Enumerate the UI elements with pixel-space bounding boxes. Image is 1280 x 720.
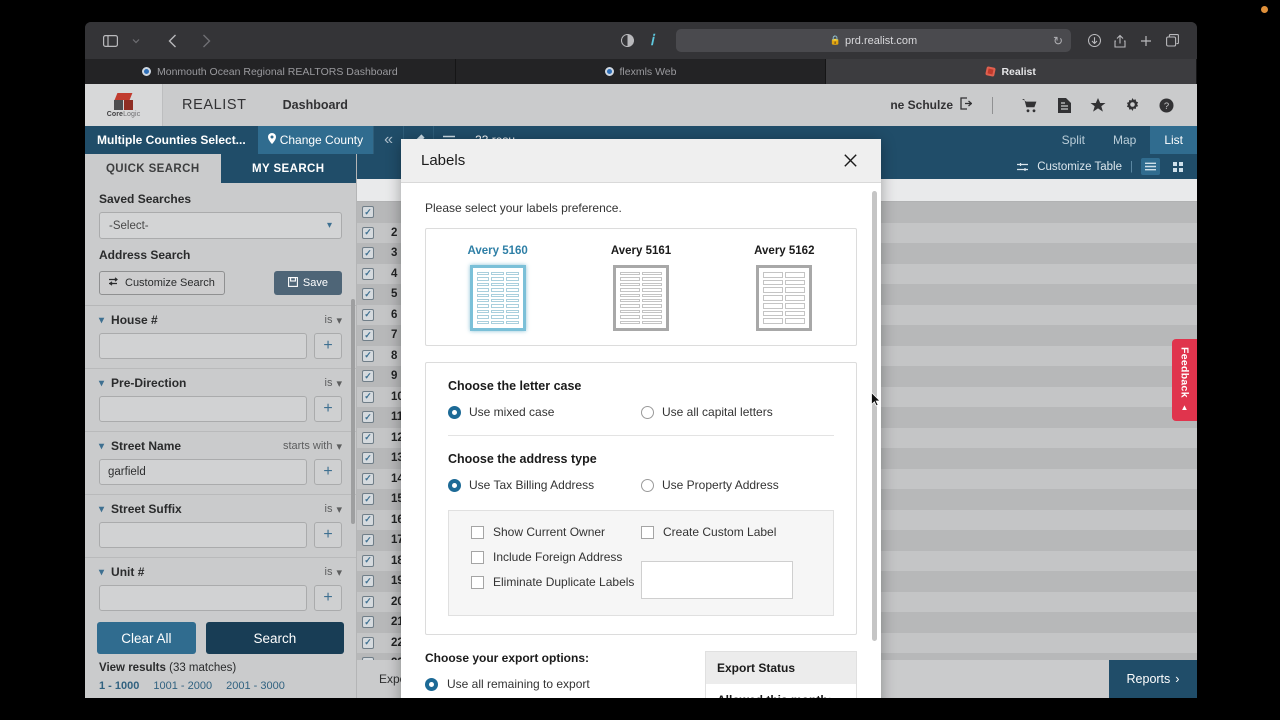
- checkbox-column-left: Show Current Owner Include Foreign Addre…: [471, 525, 641, 599]
- reader-mode-icon[interactable]: [614, 28, 640, 54]
- letter-case-title: Choose the letter case: [448, 379, 582, 393]
- radio-use-all-capital-letters[interactable]: Use all capital letters: [641, 405, 834, 419]
- custom-label-input[interactable]: [641, 561, 793, 599]
- radio-label: Use Tax Billing Address: [469, 478, 595, 492]
- checkbox-label: Include Foreign Address: [493, 550, 623, 564]
- radio-label: Use all capital letters: [662, 405, 773, 419]
- browser-tab-strip: Monmouth Ocean Regional REALTORS Dashboa…: [85, 59, 1197, 84]
- application-viewport: CoreLogic REALIST Dashboard ne Schulze ?…: [85, 84, 1197, 698]
- radio-label: Use mixed case: [469, 405, 555, 419]
- export-status-card: Export Status Allowed this month: 7000: [705, 651, 857, 698]
- checkbox-label: Create Custom Label: [663, 525, 777, 539]
- modal-scrollbar[interactable]: [872, 191, 877, 641]
- label-options-subpanel: Show Current Owner Include Foreign Addre…: [448, 510, 834, 616]
- label-option-avery-5161[interactable]: Avery 5161: [569, 245, 712, 331]
- address-type-radios: Use Tax Billing Address Use Property Add…: [448, 478, 834, 492]
- label-type-panel: Avery 5160 Avery 5161 Avery 5162: [425, 228, 857, 346]
- radio-label: Use Property Address: [662, 478, 779, 492]
- extension-icon[interactable]: 𝑖: [640, 28, 666, 54]
- checkbox-create-custom-label[interactable]: Create Custom Label: [641, 525, 811, 539]
- radio-icon: [448, 478, 461, 492]
- tab-title: flexmls Web: [619, 65, 677, 78]
- label-option-name: Avery 5161: [610, 245, 672, 257]
- status-dot: [1261, 6, 1268, 13]
- favicon-icon: [604, 67, 614, 76]
- allowed-this-month-label: Allowed this month:: [717, 693, 832, 698]
- checkbox-show-current-owner[interactable]: Show Current Owner: [471, 525, 641, 539]
- address-type-title: Choose the address type: [448, 452, 597, 466]
- export-status-body: Allowed this month: 7000: [706, 684, 856, 698]
- checkbox-column-right: Create Custom Label: [641, 525, 811, 599]
- checkbox-label: Show Current Owner: [493, 525, 606, 539]
- sidebar-toggle-icon[interactable]: [97, 28, 123, 54]
- modal-title: Labels: [421, 152, 466, 169]
- checkbox-icon: [471, 575, 484, 589]
- share-icon[interactable]: [1107, 28, 1133, 54]
- forward-arrow-icon: [193, 28, 219, 54]
- url-bar[interactable]: 🔒 prd.realist.com ↻: [676, 29, 1071, 52]
- url-text: prd.realist.com: [845, 34, 918, 47]
- checkbox-label: Eliminate Duplicate Labels: [493, 575, 635, 589]
- browser-tab-2[interactable]: flexmls Web: [456, 59, 827, 84]
- divider: [448, 435, 834, 436]
- labels-modal: Labels Please select your labels prefere…: [401, 139, 881, 698]
- radio-icon: [641, 405, 654, 419]
- label-option-name: Avery 5162: [754, 245, 815, 257]
- radio-label: Use all remaining to export: [447, 677, 590, 691]
- label-option-name: Avery 5160: [467, 245, 528, 257]
- letter-case-radios: Use mixed case Use all capital letters: [448, 405, 834, 419]
- radio-icon: [448, 405, 461, 419]
- options-panel: Choose the letter case Use mixed case Us…: [425, 362, 857, 635]
- sidebar-dropdown-icon[interactable]: [123, 28, 149, 54]
- tab-title: Realist: [1001, 65, 1036, 78]
- radio-use-property-address[interactable]: Use Property Address: [641, 478, 834, 492]
- browser-toolbar: 𝑖 🔒 prd.realist.com ↻: [85, 22, 1197, 59]
- lock-icon: 🔒: [829, 35, 842, 45]
- export-options: Choose your export options: Use all rema…: [425, 651, 691, 698]
- favicon-icon: [142, 67, 151, 76]
- checkbox-icon: [641, 525, 654, 539]
- radio-icon: [641, 478, 654, 492]
- favicon-icon: [985, 66, 997, 77]
- label-sheet-preview-icon: [612, 265, 669, 331]
- label-sheet-preview-icon: [756, 265, 813, 331]
- reload-icon[interactable]: ↻: [1053, 34, 1063, 48]
- radio-use-all-remaining-to-export[interactable]: Use all remaining to export: [425, 677, 691, 691]
- modal-intro: Please select your labels preference.: [425, 201, 622, 215]
- tab-overview-icon[interactable]: [1159, 28, 1185, 54]
- browser-tab-1[interactable]: Monmouth Ocean Regional REALTORS Dashboa…: [85, 59, 456, 84]
- tab-title: Monmouth Ocean Regional REALTORS Dashboa…: [157, 65, 398, 78]
- browser-window: 𝑖 🔒 prd.realist.com ↻ Monmouth Ocean Reg…: [85, 22, 1197, 698]
- checkbox-icon: [471, 550, 484, 564]
- label-option-avery-5160[interactable]: Avery 5160: [426, 245, 569, 331]
- back-arrow-icon[interactable]: [159, 28, 185, 54]
- label-option-avery-5162[interactable]: Avery 5162: [713, 245, 856, 331]
- downloads-icon[interactable]: [1081, 28, 1107, 54]
- browser-tab-3[interactable]: Realist: [826, 59, 1197, 84]
- export-options-title: Choose your export options:: [425, 651, 590, 665]
- checkbox-eliminate-duplicate-labels[interactable]: Eliminate Duplicate Labels: [471, 575, 641, 589]
- checkbox-icon: [471, 525, 484, 539]
- radio-icon: [425, 677, 438, 691]
- label-sheet-preview-icon: [469, 265, 526, 331]
- checkbox-include-foreign-address[interactable]: Include Foreign Address: [471, 550, 641, 564]
- export-options-row: Choose your export options: Use all rema…: [425, 651, 857, 698]
- modal-header: Labels: [401, 139, 881, 183]
- export-status-title: Export Status: [706, 652, 856, 684]
- new-tab-icon[interactable]: [1133, 28, 1159, 54]
- modal-body: Please select your labels preference. Av…: [401, 183, 881, 698]
- radio-use-mixed-case[interactable]: Use mixed case: [448, 405, 641, 419]
- radio-use-tax-billing-address[interactable]: Use Tax Billing Address: [448, 478, 641, 492]
- close-icon[interactable]: [839, 150, 861, 172]
